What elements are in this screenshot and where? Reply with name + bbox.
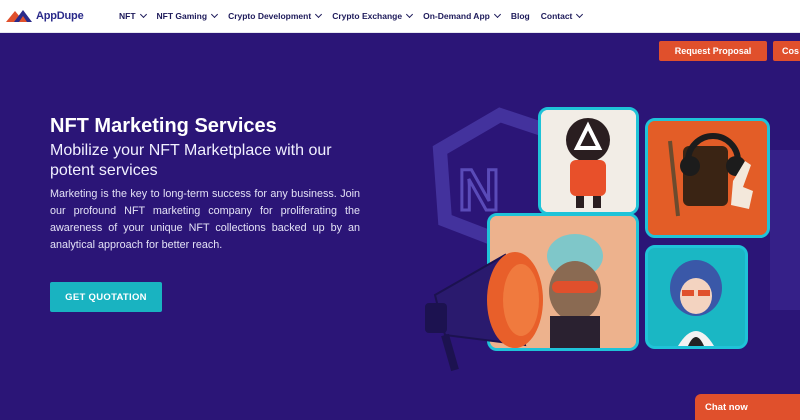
chat-now-button[interactable]: Chat now <box>695 394 800 420</box>
brand-logo[interactable]: AppDupe <box>6 9 106 23</box>
nft-card-headphones <box>645 118 770 238</box>
chevron-down-icon <box>211 10 219 19</box>
chevron-down-icon <box>406 10 414 19</box>
brand-name: AppDupe <box>36 10 84 22</box>
nft-card-girl <box>645 245 748 349</box>
nav-item-label: On-Demand App <box>423 11 490 21</box>
nav-item-label: Blog <box>510 11 530 21</box>
nav-item-blog[interactable]: Blog <box>511 11 530 21</box>
chevron-down-icon <box>315 10 323 19</box>
nav-item-label: Contact <box>540 11 573 21</box>
hero-description: Marketing is the key to long-term succes… <box>50 188 360 251</box>
logo-icon <box>6 10 32 22</box>
chevron-down-icon <box>493 10 501 19</box>
cost-estimate-button[interactable]: Cos <box>773 41 800 61</box>
nav-item-nft-gaming[interactable]: NFT Gaming <box>156 10 219 21</box>
nft-card-character <box>538 107 639 215</box>
chevron-down-icon <box>576 10 584 19</box>
megaphone-icon <box>425 252 543 372</box>
nav-item-on-demand-app[interactable]: On-Demand App <box>423 10 501 21</box>
hero-illustration: N <box>400 95 800 375</box>
nav-item-crypto-development[interactable]: Crypto Development <box>228 10 323 21</box>
chevron-down-icon <box>139 10 147 19</box>
nav-item-label: Crypto Exchange <box>332 11 403 21</box>
nav-item-label: NFT <box>119 11 136 21</box>
page-title: NFT Marketing Services <box>50 115 277 137</box>
get-quotation-button[interactable]: GET QUOTATION <box>50 282 162 312</box>
request-proposal-button[interactable]: Request Proposal <box>659 41 767 61</box>
top-navbar: AppDupe NFT NFT Gaming Crypto Developmen… <box>0 0 800 33</box>
nav-item-label: Crypto Development <box>228 11 312 21</box>
hero-subtitle: Mobilize your NFT Marketplace with our p… <box>50 142 332 179</box>
nav-item-nft[interactable]: NFT <box>119 10 147 21</box>
nav-item-label: NFT Gaming <box>156 11 208 21</box>
main-nav: NFT NFT Gaming Crypto Development Crypto… <box>119 10 593 21</box>
nav-item-contact[interactable]: Contact <box>540 10 584 21</box>
nav-item-crypto-exchange[interactable]: Crypto Exchange <box>332 10 414 21</box>
